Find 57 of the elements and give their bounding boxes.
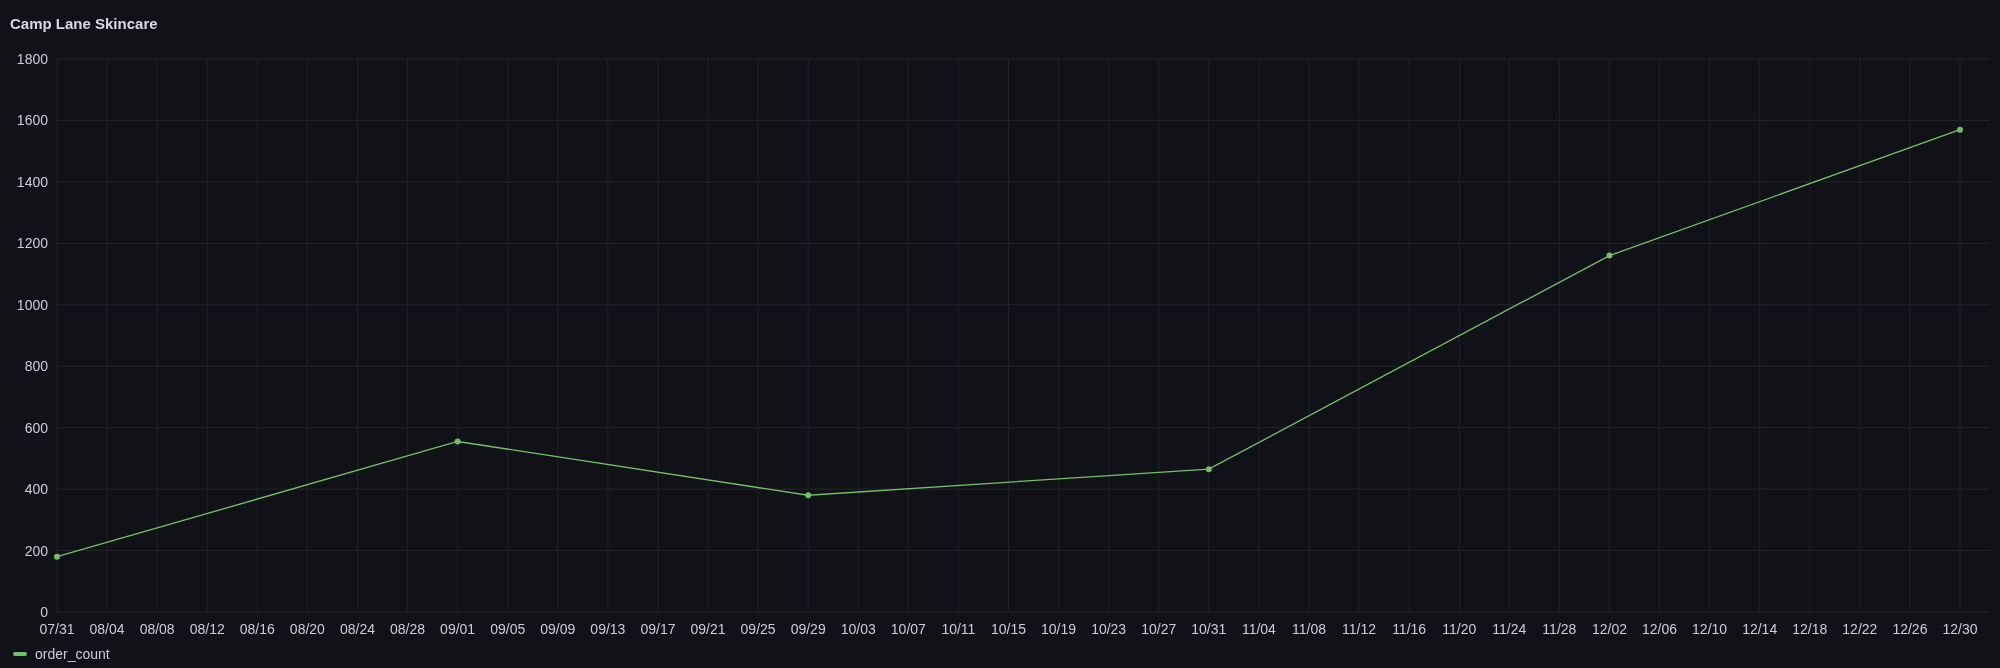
axis-label: 12/02 [1591,621,1627,637]
axis-label: 10/11 [941,621,976,637]
data-point [1606,252,1613,259]
axis-label: 09/01 [440,621,476,637]
axis-label: 11/16 [1392,621,1427,637]
axis-label: 10/27 [1141,621,1177,637]
axis-label: 08/28 [390,621,426,637]
axis-label: 09/25 [740,621,776,637]
axis-label: 11/04 [1241,621,1276,637]
axis-label: 10/15 [991,621,1026,637]
data-point [454,438,461,445]
axis-label: 0 [40,604,48,620]
axis-label: 11/24 [1492,621,1527,637]
axis-label: 11/20 [1442,621,1477,637]
axis-label: 10/07 [890,621,926,637]
data-point [1205,466,1212,473]
axis-label: 1000 [16,296,48,313]
axis-label: 400 [24,481,48,498]
axis-label: 12/26 [1892,621,1928,637]
axis-label: 600 [24,419,48,436]
axis-label: 1200 [16,235,48,252]
axis-label: 200 [24,542,48,559]
axis-label: 08/04 [89,621,125,637]
axis-label: 12/06 [1642,621,1678,637]
axis-label: 12/30 [1942,621,1978,637]
axis-label: 11/12 [1342,621,1377,637]
axis-label: 11/28 [1542,621,1577,637]
axis-label: 10/03 [840,621,876,637]
axis-label: 1400 [16,173,48,190]
axis-label: 12/22 [1842,621,1878,637]
axis-label: 12/18 [1792,621,1828,637]
axis-label: 08/08 [139,621,175,637]
panel-title: Camp Lane Skincare [10,13,158,34]
axis-label: 09/09 [540,621,576,637]
data-point [1957,126,1963,133]
axis-label: 12/10 [1692,621,1728,637]
axis-label: 10/23 [1091,621,1127,637]
data-point [805,492,812,499]
axis-label: 08/20 [289,621,325,637]
axis-label: 08/24 [339,621,375,637]
axis-label: 12/14 [1742,621,1778,637]
axis-label: 09/29 [790,621,826,637]
axis-label: 09/05 [490,621,526,637]
axis-label: 09/21 [690,621,726,637]
axis-label: 11/08 [1291,621,1326,637]
axis-label: 07/31 [39,621,75,637]
axis-label: 09/17 [640,621,676,637]
data-point [54,553,60,560]
axis-label: 1600 [16,112,48,129]
axis-label: 10/31 [1191,621,1227,637]
legend-item[interactable]: order_count [13,643,110,665]
axis-label: 08/16 [239,621,275,637]
axis-label: 1800 [16,51,48,67]
axis-label: 800 [24,358,48,375]
axis-label: 10/19 [1041,621,1077,637]
axis-label: 09/13 [590,621,626,637]
axis-label: 08/12 [189,621,225,637]
